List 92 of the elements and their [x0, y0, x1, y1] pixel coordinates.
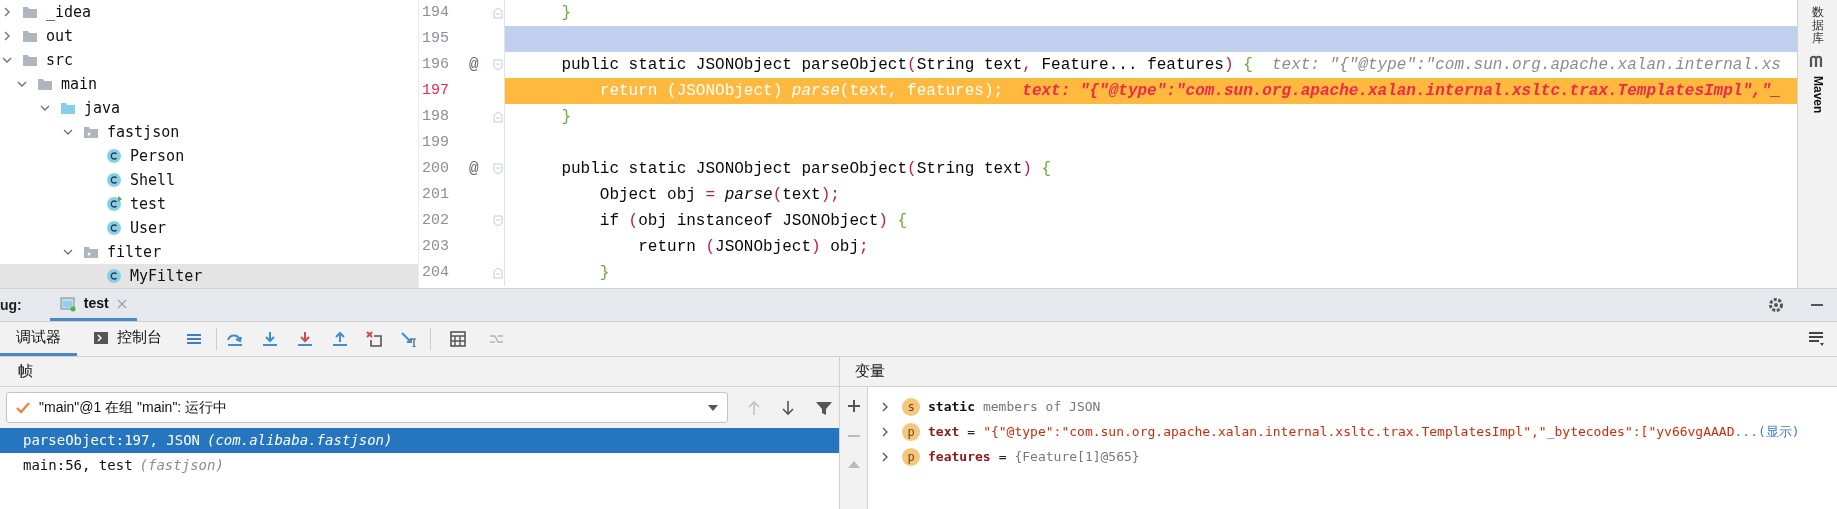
line-number: 204: [421, 262, 450, 283]
variable-value: {Feature[1]@565}: [1014, 447, 1140, 466]
line-number: 200: [421, 158, 450, 179]
code-line: public static JSONObject parseObject(String text) {: [560, 159, 1053, 180]
line-number: 203: [421, 236, 450, 257]
override-mark[interactable]: @: [469, 53, 479, 77]
code-line: Object obj = parse(text);: [598, 185, 841, 206]
show-link[interactable]: ...(显示): [1734, 421, 1800, 442]
arrow-up-icon: [746, 399, 762, 416]
package-icon: [83, 244, 99, 260]
database-tab[interactable]: 数据库: [1811, 6, 1824, 46]
line-number: 199: [421, 132, 450, 153]
chevron-right-icon[interactable]: [880, 450, 890, 463]
tree-item[interactable]: src: [0, 48, 418, 72]
code-line: return (JSONObject) obj;: [637, 237, 870, 258]
override-mark[interactable]: @: [469, 157, 479, 181]
fold-icon: [492, 111, 503, 123]
class-icon: [106, 172, 122, 188]
filter-icon[interactable]: [814, 399, 832, 416]
variable-name: static: [928, 397, 975, 416]
tree-item[interactable]: _idea: [0, 0, 418, 24]
line-number: 196: [421, 54, 450, 75]
variable-name: features: [928, 447, 991, 466]
tree-item[interactable]: out: [0, 24, 418, 48]
arrow-down-icon[interactable]: [780, 399, 796, 416]
folder-icon: [60, 100, 76, 116]
step-out-icon[interactable]: [330, 331, 348, 347]
frame-row[interactable]: parseObject:197, JSON (com.alibaba.fastjson): [0, 428, 839, 453]
tree-item[interactable]: Shell: [0, 168, 418, 192]
variable-badge: s: [902, 397, 920, 416]
step-into-icon[interactable]: [260, 331, 278, 347]
tree-item[interactable]: User: [0, 216, 418, 240]
settings-icon[interactable]: [1767, 296, 1785, 314]
variable-badge: p: [902, 447, 920, 466]
add-icon[interactable]: [846, 399, 861, 413]
line-number: 201: [421, 184, 450, 205]
debug-label: ug:: [0, 295, 22, 315]
tree-item[interactable]: Person: [0, 144, 418, 168]
class-icon: [106, 148, 122, 164]
code-line: public static JSONObject parseObject(String text, Feature... features) { text: "{"@type":"com.sun.org.apache.xalan.internal.xs: [560, 55, 1782, 76]
line-number: 202: [421, 210, 450, 231]
chevron-right-icon[interactable]: [880, 425, 890, 438]
calculator-icon[interactable]: [449, 331, 467, 347]
frame-row[interactable]: main:56, test (fastjson): [0, 453, 839, 478]
code-line: }: [560, 107, 572, 128]
line-number: 198: [421, 106, 450, 127]
code-line: if (obj instanceof JSONObject) {: [598, 211, 909, 232]
tree-item[interactable]: main: [0, 72, 418, 96]
list-icon[interactable]: [184, 331, 202, 347]
fold-icon: [492, 215, 503, 227]
class-icon: [106, 268, 122, 284]
chevron-right-icon[interactable]: [880, 400, 890, 413]
tree-item[interactable]: fastjson: [0, 120, 418, 144]
window-icon: [59, 295, 76, 312]
run-to-cursor-icon[interactable]: [400, 331, 418, 347]
line-number: 197: [421, 80, 450, 101]
line-number: 195: [421, 28, 450, 49]
variables-title: 变量: [840, 357, 1837, 387]
caret-icon: [707, 403, 719, 412]
variable-value: =: [998, 447, 1007, 466]
tree-item[interactable]: java: [0, 96, 418, 120]
line-number: 194: [421, 2, 450, 23]
tree-item[interactable]: test: [0, 192, 418, 216]
variable-badge: p: [902, 422, 920, 441]
layout-icon[interactable]: [1807, 331, 1825, 347]
fold-icon: [492, 267, 503, 279]
fold-icon: [492, 163, 503, 175]
variable-value: members of JSON: [982, 397, 1101, 416]
tree-item[interactable]: MyFilter: [0, 264, 418, 288]
debug-subtab[interactable]: 控制台: [77, 322, 178, 356]
code-line: }: [560, 3, 572, 24]
folder-icon: [22, 28, 38, 44]
drop-frame-icon[interactable]: [365, 331, 383, 347]
move-up-icon: [846, 459, 861, 469]
folder-icon: [22, 4, 38, 20]
variable-name: text: [928, 422, 960, 441]
maven-tab[interactable]: Maven: [1808, 75, 1827, 113]
class-icon: [106, 196, 122, 212]
variable-value: =: [967, 422, 976, 441]
fold-icon: [492, 59, 503, 71]
folder-icon: [22, 52, 38, 68]
variable-value: "{"@type":"com.sun.org.apache.xalan.internal.xsltc.trax.TemplatesImpl","_bytecodes":["yv66vgAAAD: [983, 422, 1735, 441]
force-step-into-icon[interactable]: [295, 331, 313, 347]
console-icon: [93, 329, 109, 346]
fold-icon: [492, 7, 503, 19]
tree-item[interactable]: filter: [0, 240, 418, 264]
folder-icon: [37, 76, 53, 92]
class-icon: [106, 220, 122, 236]
frames-title: 帧: [0, 357, 839, 387]
thread-dropdown[interactable]: "main"@1 在组 "main": 运行中: [6, 392, 728, 423]
package-icon: [83, 124, 99, 140]
code-line: }: [598, 263, 611, 284]
